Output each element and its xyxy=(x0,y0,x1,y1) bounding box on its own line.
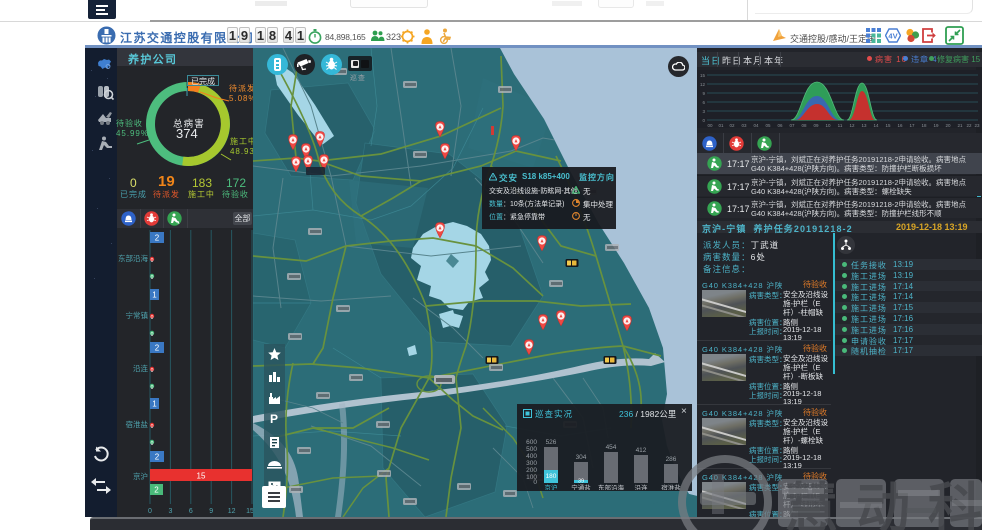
svg-text:19: 19 xyxy=(933,123,939,128)
svg-text:0: 0 xyxy=(151,332,154,338)
svg-text:16: 16 xyxy=(897,123,903,128)
svg-text:沿连: 沿连 xyxy=(635,483,649,490)
svg-text:2: 2 xyxy=(155,453,160,462)
svg-text:2: 2 xyxy=(154,486,159,495)
svg-text:0: 0 xyxy=(151,258,154,264)
svg-text:304: 304 xyxy=(576,454,587,461)
svg-text:0: 0 xyxy=(151,275,154,281)
svg-text:2: 2 xyxy=(155,234,160,243)
svg-text:4V: 4V xyxy=(888,32,897,41)
svg-text:600: 600 xyxy=(526,439,537,446)
svg-text:454: 454 xyxy=(606,444,617,451)
svg-text:0: 0 xyxy=(151,385,154,391)
svg-text:00: 00 xyxy=(707,123,713,128)
svg-text:22: 22 xyxy=(966,123,972,128)
svg-text:0: 0 xyxy=(533,479,537,486)
svg-text:0: 0 xyxy=(151,368,154,374)
svg-text:39: 39 xyxy=(578,479,584,485)
svg-text:9: 9 xyxy=(209,508,213,515)
svg-text:17: 17 xyxy=(909,123,915,128)
svg-text:500: 500 xyxy=(526,446,537,453)
svg-text:412: 412 xyxy=(636,447,647,454)
svg-text:07: 07 xyxy=(789,123,795,128)
svg-text:宿淮盐: 宿淮盐 xyxy=(126,419,149,429)
svg-text:20: 20 xyxy=(945,123,951,128)
svg-text:03: 03 xyxy=(741,123,747,128)
svg-text:400: 400 xyxy=(526,453,537,460)
svg-text:06: 06 xyxy=(777,123,783,128)
svg-text:1: 1 xyxy=(152,291,157,300)
svg-text:08: 08 xyxy=(801,123,807,128)
svg-text:15: 15 xyxy=(197,472,206,481)
svg-text:01: 01 xyxy=(718,123,724,128)
svg-text:京沪: 京沪 xyxy=(133,471,148,481)
svg-text:0: 0 xyxy=(151,315,154,321)
svg-text:宿淮盐: 宿淮盐 xyxy=(661,483,681,490)
svg-text:11: 11 xyxy=(838,123,843,128)
svg-text:3: 3 xyxy=(168,508,172,515)
svg-text:沿连: 沿连 xyxy=(133,363,148,373)
svg-text:300: 300 xyxy=(526,460,537,467)
svg-text:京沪: 京沪 xyxy=(545,483,558,490)
svg-text:12: 12 xyxy=(849,123,855,128)
svg-text:2: 2 xyxy=(155,344,160,353)
svg-text:15: 15 xyxy=(885,123,891,128)
svg-text:13: 13 xyxy=(861,123,867,128)
svg-text:宁常镇: 宁常镇 xyxy=(126,310,149,320)
svg-text:04: 04 xyxy=(753,123,759,128)
svg-text:21: 21 xyxy=(957,123,963,128)
svg-text:1: 1 xyxy=(152,400,157,409)
svg-text:东部沿海: 东部沿海 xyxy=(118,253,148,263)
svg-text:0: 0 xyxy=(151,441,154,447)
svg-text:526: 526 xyxy=(546,439,557,446)
svg-text:6: 6 xyxy=(189,508,193,515)
svg-text:09: 09 xyxy=(813,123,819,128)
svg-text:12: 12 xyxy=(228,508,236,515)
svg-text:200: 200 xyxy=(526,467,537,474)
svg-text:286: 286 xyxy=(666,456,677,463)
svg-text:10: 10 xyxy=(825,123,831,128)
svg-text:15: 15 xyxy=(700,73,706,78)
svg-text:12: 12 xyxy=(700,82,706,87)
svg-text:23: 23 xyxy=(974,123,980,128)
svg-text:05: 05 xyxy=(765,123,771,128)
svg-text:180: 180 xyxy=(546,473,557,480)
svg-text:东部沿海: 东部沿海 xyxy=(598,483,625,490)
svg-text:18: 18 xyxy=(921,123,927,128)
svg-text:15: 15 xyxy=(246,508,253,515)
svg-text:14: 14 xyxy=(873,123,879,128)
svg-text:0: 0 xyxy=(151,424,154,430)
svg-text:02: 02 xyxy=(729,123,735,128)
svg-text:0: 0 xyxy=(148,508,152,515)
svg-text:宁通盐: 宁通盐 xyxy=(571,483,591,490)
